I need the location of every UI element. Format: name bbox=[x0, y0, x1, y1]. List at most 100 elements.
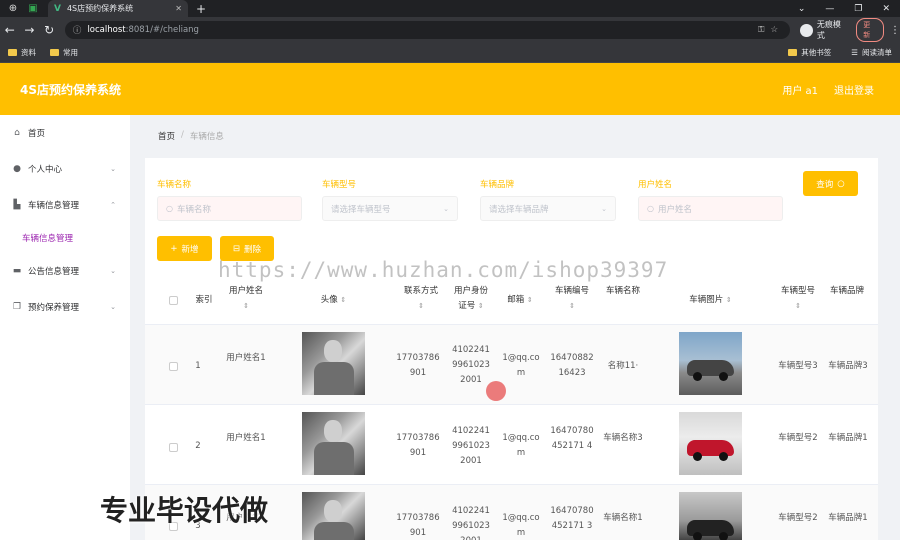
vehicle-image bbox=[679, 412, 742, 475]
breadcrumb-current: 车辆信息 bbox=[189, 132, 224, 142]
reading-list[interactable]: ☰ 阅读清单 bbox=[851, 47, 892, 58]
chevron-down-icon: ⌄ bbox=[110, 165, 116, 173]
more-menu-icon[interactable]: ⋮ bbox=[890, 25, 900, 36]
cell-index: 2 bbox=[195, 441, 201, 451]
forward-icon[interactable]: → bbox=[20, 23, 40, 37]
row-checkbox[interactable] bbox=[169, 443, 178, 452]
vehicle-model-placeholder: 请选择车辆型号 bbox=[331, 204, 391, 215]
header-id-card[interactable]: 用户身份证号 ⇕ bbox=[452, 284, 490, 314]
sidebar-item-maintenance-booking[interactable]: ❐ 预约保养管理 ⌄ bbox=[0, 289, 130, 325]
header-vehicle-model[interactable]: 车辆型号 ⇕ bbox=[776, 284, 820, 314]
sidebar-item-label: 车辆信息管理 bbox=[28, 201, 80, 211]
header-vehicle-img[interactable]: 车辆图片 ⇕ bbox=[679, 293, 742, 308]
reload-icon[interactable]: ↻ bbox=[39, 23, 59, 37]
globe-icon[interactable]: ⊕ bbox=[6, 2, 20, 16]
vehicle-name-input[interactable]: ○ 车辆名称 bbox=[157, 196, 302, 221]
sidebar-item-home[interactable]: ⌂ 首页 bbox=[0, 115, 130, 151]
header-vehicle-no-label: 车辆编号 bbox=[554, 286, 589, 296]
sidebar-item-personal-center[interactable]: ● 个人中心 ⌄ bbox=[0, 151, 130, 187]
sort-icon[interactable]: ⇕ bbox=[478, 302, 484, 310]
minimize-icon[interactable]: — bbox=[825, 4, 834, 14]
sort-icon[interactable]: ⇕ bbox=[243, 302, 249, 310]
info-icon[interactable]: ⓘ bbox=[73, 24, 82, 36]
breadcrumb-home[interactable]: 首页 bbox=[158, 130, 175, 142]
close-window-icon[interactable]: ✕ bbox=[882, 4, 890, 14]
cell-vehicle-brand: 车辆品牌3 bbox=[828, 361, 868, 371]
cell-vehicle-model: 车辆型号2 bbox=[778, 433, 818, 443]
select-all-checkbox[interactable] bbox=[169, 296, 178, 305]
header-vehicle-name[interactable]: 车辆名称 bbox=[602, 284, 644, 299]
avatar bbox=[302, 492, 365, 540]
breadcrumb-separator: / bbox=[181, 130, 184, 140]
header-vehicle-brand[interactable]: 车辆品牌 bbox=[828, 284, 866, 299]
sort-icon[interactable]: ⇕ bbox=[418, 302, 424, 310]
query-button[interactable]: 查询 ○ bbox=[803, 171, 858, 196]
header-vehicle-no[interactable]: 车辆编号 ⇕ bbox=[549, 284, 595, 314]
green-tab-icon[interactable]: ▣ bbox=[26, 2, 40, 16]
update-button[interactable]: 更新 bbox=[856, 18, 884, 42]
bookmark-label: 常用 bbox=[63, 48, 78, 57]
delete-button-label: 删除 bbox=[244, 244, 262, 255]
filter-label-vehicle-brand: 车辆品牌 bbox=[480, 180, 515, 190]
plus-icon: + bbox=[170, 243, 178, 254]
sidebar-item-label: 公告信息管理 bbox=[28, 267, 80, 277]
sort-icon[interactable]: ⇕ bbox=[795, 302, 801, 310]
sidebar-item-vehicle-management[interactable]: ▙ 车辆信息管理 ⌃ bbox=[0, 187, 130, 223]
query-button-label: 查询 bbox=[816, 179, 834, 190]
header-vehicle-brand-label: 车辆品牌 bbox=[829, 286, 864, 296]
new-tab-button[interactable]: + bbox=[196, 2, 206, 16]
other-bookmarks[interactable]: 其他书签 bbox=[788, 47, 831, 58]
header-vehicle-name-label: 车辆名称 bbox=[605, 286, 640, 296]
app-header: 4S店预约保养系统 用户 a1 退出登录 bbox=[0, 63, 900, 115]
url-action-icons[interactable]: ⚿☆ bbox=[758, 25, 784, 35]
cell-vehicle-no: 16470780452171 4 bbox=[550, 426, 594, 451]
header-user-name[interactable]: 用户姓名 ⇕ bbox=[224, 284, 268, 314]
vehicle-model-select[interactable]: 请选择车辆型号 ⌄ bbox=[322, 196, 458, 221]
vehicle-brand-select[interactable]: 请选择车辆品牌 ⌄ bbox=[480, 196, 616, 221]
row-checkbox[interactable] bbox=[169, 362, 178, 371]
url-host: localhost bbox=[87, 25, 126, 35]
cell-vehicle-no: 16470780452171 3 bbox=[550, 506, 594, 531]
bookmark-label: 资料 bbox=[21, 48, 36, 57]
sidebar-subitem-vehicle-info[interactable]: 车辆信息管理 bbox=[0, 223, 130, 253]
sidebar-item-notice-management[interactable]: ▬ 公告信息管理 ⌄ bbox=[0, 253, 130, 289]
url-path: :8081/#/cheliang bbox=[125, 25, 199, 35]
cell-index: 1 bbox=[195, 361, 201, 371]
restore-icon[interactable]: ❐ bbox=[854, 4, 862, 14]
url-input[interactable]: ⓘ localhost :8081/#/cheliang ⚿☆ bbox=[64, 21, 791, 39]
vehicle-brand-placeholder: 请选择车辆品牌 bbox=[489, 204, 549, 215]
cell-email: 1@qq.com bbox=[502, 513, 540, 538]
cell-phone: 17703786901 bbox=[396, 353, 440, 378]
header-email-label: 邮箱 bbox=[507, 295, 525, 305]
sort-icon[interactable]: ⇕ bbox=[527, 296, 533, 304]
cell-vehicle-name: 名称11· bbox=[607, 361, 639, 371]
header-email[interactable]: 邮箱 ⇕ bbox=[500, 293, 540, 308]
bookmark-folder[interactable]: 常用 bbox=[50, 47, 78, 58]
header-avatar[interactable]: 头像 ⇕ bbox=[302, 293, 365, 308]
incognito-indicator[interactable]: 无痕模式 bbox=[800, 19, 848, 41]
header-index: 索引 bbox=[190, 293, 218, 308]
cell-vehicle-name: 车辆名称1 bbox=[603, 513, 643, 523]
cell-vehicle-model: 车辆型号3 bbox=[778, 361, 818, 371]
sort-icon[interactable]: ⇕ bbox=[569, 302, 575, 310]
logout-button[interactable]: 退出登录 bbox=[834, 82, 874, 97]
user-name-input[interactable]: ○ 用户姓名 bbox=[638, 196, 783, 221]
folder-icon bbox=[8, 49, 17, 56]
sort-icon[interactable]: ⇕ bbox=[726, 296, 732, 304]
sidebar-item-label: 首页 bbox=[28, 129, 46, 139]
sidebar: ⌂ 首页 ● 个人中心 ⌄ ▙ 车辆信息管理 ⌃ 车辆信息管理 ▬ 公告信息管理… bbox=[0, 115, 130, 540]
trash-icon: ⊟ bbox=[232, 243, 241, 254]
tab-close-icon[interactable]: ✕ bbox=[175, 4, 182, 13]
watermark-text: https://www.huzhan.com/ishop39397 bbox=[218, 258, 669, 282]
folder-icon bbox=[788, 49, 798, 56]
bookmarks-bar: 资料 常用 其他书签 ☰ 阅读清单 bbox=[0, 43, 900, 63]
tab-search-icon[interactable]: ⌄ bbox=[798, 4, 806, 14]
incognito-label: 无痕模式 bbox=[816, 20, 841, 40]
bookmark-folder[interactable]: 资料 bbox=[8, 47, 36, 58]
add-button[interactable]: + 新增 bbox=[157, 236, 212, 261]
search-icon: ○ bbox=[837, 178, 845, 189]
header-phone[interactable]: 联系方式 ⇕ bbox=[396, 284, 446, 314]
browser-tab[interactable]: V 4S店预约保养系统 ✕ bbox=[48, 0, 188, 17]
back-icon[interactable]: ← bbox=[0, 23, 20, 37]
sort-icon[interactable]: ⇕ bbox=[340, 296, 346, 304]
